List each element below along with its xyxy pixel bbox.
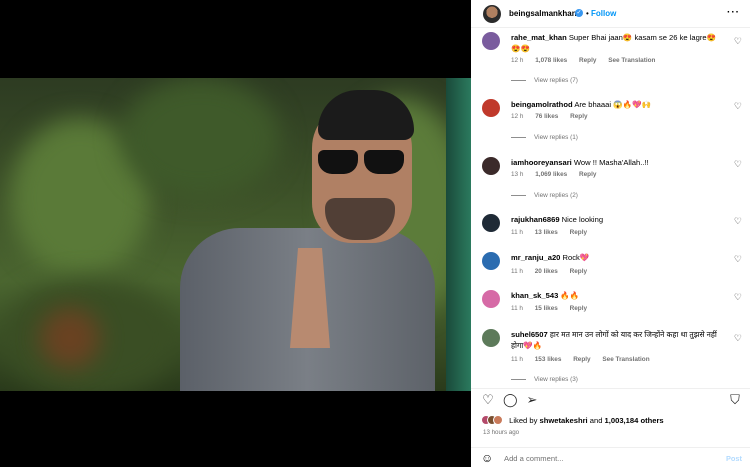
comment-likes[interactable]: 1,069 likes: [535, 171, 567, 178]
comment-likes[interactable]: 76 likes: [535, 113, 558, 120]
comments-list: rahe_mat_khan Super Bhai jaan😍 kasam se …: [471, 28, 750, 388]
comment-likes[interactable]: 20 likes: [535, 268, 558, 275]
heart-icon[interactable]: ♡: [734, 101, 742, 112]
view-replies-button[interactable]: View replies (1): [511, 134, 578, 141]
liked-by-count[interactable]: 1,003,184 others: [605, 416, 664, 425]
comment-text: 🔥🔥: [560, 291, 580, 300]
avatar[interactable]: [482, 214, 500, 232]
comment-text: Wow !! Masha'Allah..!!: [573, 158, 649, 167]
comment-time: 13 h: [511, 171, 524, 178]
post-time-ago: 13 hours ago: [483, 429, 520, 436]
reply-button[interactable]: Reply: [579, 171, 596, 178]
comment-username[interactable]: beingamolrathod: [511, 100, 573, 109]
verified-badge-icon: ✓: [575, 9, 583, 17]
comment-icon[interactable]: ◯: [503, 393, 518, 407]
comment-input[interactable]: [504, 452, 704, 465]
comment-username[interactable]: rajukhan6869: [511, 215, 560, 224]
post-photo[interactable]: [0, 78, 471, 391]
post-panel: beingsalmankhan ✓ • Follow ··· rahe_mat_…: [471, 0, 750, 467]
post-actions: ♡ ◯ ➢ ⛉ Liked by shwetakeshri and 1,003,…: [471, 388, 750, 467]
heart-icon[interactable]: ♡: [734, 292, 742, 303]
reply-button[interactable]: Reply: [570, 229, 587, 236]
see-translation-button[interactable]: See Translation: [608, 57, 655, 64]
media-viewer: [0, 0, 471, 467]
heart-icon[interactable]: ♡: [734, 159, 742, 170]
comment-username[interactable]: khan_sk_543: [511, 291, 558, 300]
avatar[interactable]: [482, 99, 500, 117]
avatar[interactable]: [483, 5, 501, 23]
post-header: beingsalmankhan ✓ • Follow ···: [471, 0, 750, 28]
view-replies-button[interactable]: View replies (3): [511, 376, 578, 383]
heart-icon[interactable]: ♡: [734, 254, 742, 265]
comment-text: Rock💖: [562, 253, 590, 262]
avatar[interactable]: [482, 32, 500, 50]
separator-dot: •: [586, 9, 589, 18]
comment-username[interactable]: iamhooreyansari: [511, 158, 572, 167]
comment-text: Nice looking: [561, 215, 604, 224]
more-horizontal-icon[interactable]: ···: [727, 7, 740, 18]
liked-by[interactable]: Liked by shwetakeshri and 1,003,184 othe…: [481, 415, 664, 425]
reply-button[interactable]: Reply: [579, 57, 596, 64]
comment-username[interactable]: rahe_mat_khan: [511, 33, 567, 42]
view-replies-button[interactable]: View replies (7): [511, 77, 578, 84]
share-icon[interactable]: ➢: [525, 393, 539, 407]
avatar[interactable]: [482, 290, 500, 308]
reply-button[interactable]: Reply: [570, 268, 587, 275]
comment-username[interactable]: suhel6507: [511, 330, 548, 339]
comment-time: 11 h: [511, 305, 523, 312]
heart-icon[interactable]: ♡: [481, 393, 495, 407]
comment-text: Are bhaaai 😱🔥💖🙌: [574, 100, 651, 109]
comment-time: 11 h: [511, 356, 523, 363]
heart-icon[interactable]: ♡: [734, 36, 742, 47]
avatar[interactable]: [482, 252, 500, 270]
comment-likes[interactable]: 13 likes: [535, 229, 558, 236]
heart-icon[interactable]: ♡: [734, 333, 742, 344]
avatar[interactable]: [482, 157, 500, 175]
see-translation-button[interactable]: See Translation: [602, 356, 649, 363]
comment-box: ☺ Post: [471, 447, 750, 467]
comment-time: 11 h: [511, 229, 523, 236]
post-button[interactable]: Post: [726, 454, 742, 463]
comment-time: 12 h: [511, 113, 524, 120]
comment-likes[interactable]: 153 likes: [535, 356, 562, 363]
liked-by-suffix: and: [587, 415, 605, 425]
reply-button[interactable]: Reply: [570, 113, 587, 120]
emoji-icon[interactable]: ☺: [481, 451, 493, 465]
heart-icon[interactable]: ♡: [734, 216, 742, 227]
bookmark-icon[interactable]: ⛉: [728, 393, 742, 407]
follow-button[interactable]: Follow: [591, 9, 616, 18]
avatar[interactable]: [482, 329, 500, 347]
comment-likes[interactable]: 1,078 likes: [535, 57, 567, 64]
view-replies-button[interactable]: View replies (2): [511, 192, 578, 199]
comment-time: 12 h: [511, 57, 524, 64]
liked-by-user[interactable]: shwetakeshri: [540, 416, 588, 425]
post-username[interactable]: beingsalmankhan: [509, 9, 577, 18]
reply-button[interactable]: Reply: [573, 356, 590, 363]
comment-time: 11 h: [511, 268, 523, 275]
avatar: [493, 415, 503, 425]
reply-button[interactable]: Reply: [570, 305, 587, 312]
comment-likes[interactable]: 15 likes: [535, 305, 558, 312]
liked-by-prefix: Liked by: [509, 415, 540, 425]
comment-username[interactable]: mr_ranju_a20: [511, 253, 560, 262]
